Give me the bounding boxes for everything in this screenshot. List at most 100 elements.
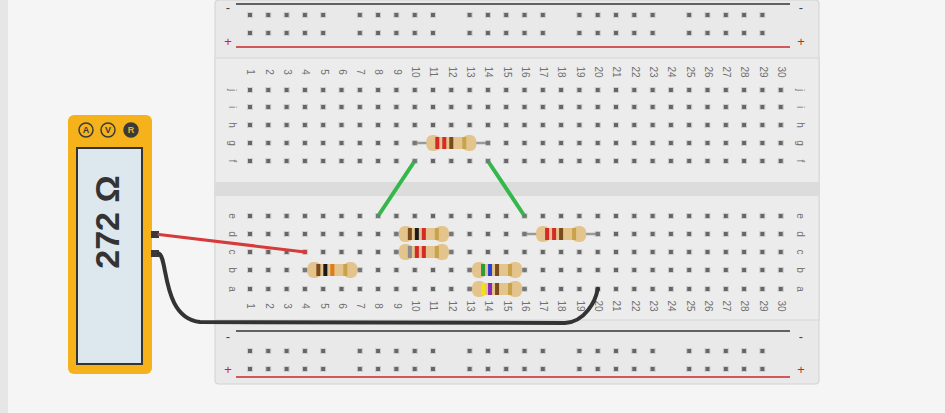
breadboard-hole[interactable] bbox=[723, 123, 728, 128]
jumper-wire[interactable] bbox=[486, 159, 527, 218]
breadboard-hole[interactable] bbox=[687, 250, 692, 255]
breadboard-hole[interactable] bbox=[357, 232, 362, 237]
breadboard-hole[interactable] bbox=[650, 287, 655, 292]
rail-hole[interactable] bbox=[321, 367, 326, 372]
rail-hole[interactable] bbox=[687, 31, 692, 36]
rail-hole[interactable] bbox=[431, 13, 436, 18]
breadboard-hole[interactable] bbox=[650, 159, 655, 164]
resistor[interactable] bbox=[394, 244, 453, 260]
rail-hole[interactable] bbox=[614, 367, 619, 372]
breadboard-hole[interactable] bbox=[595, 105, 600, 110]
breadboard-hole[interactable] bbox=[723, 214, 728, 219]
breadboard-hole[interactable] bbox=[778, 88, 783, 93]
rail-hole[interactable] bbox=[595, 349, 600, 354]
mode-button[interactable]: R bbox=[124, 123, 138, 137]
breadboard-hole[interactable] bbox=[467, 214, 472, 219]
rail-hole[interactable] bbox=[632, 13, 637, 18]
breadboard-hole[interactable] bbox=[778, 123, 783, 128]
breadboard-hole[interactable] bbox=[540, 88, 545, 93]
breadboard-hole[interactable] bbox=[687, 287, 692, 292]
mode-button[interactable]: A bbox=[79, 123, 93, 137]
breadboard-hole[interactable] bbox=[742, 123, 747, 128]
breadboard-hole[interactable] bbox=[723, 232, 728, 237]
rail-hole[interactable] bbox=[284, 13, 289, 18]
breadboard-hole[interactable] bbox=[522, 88, 527, 93]
breadboard-hole[interactable] bbox=[376, 159, 381, 164]
breadboard-hole[interactable] bbox=[778, 141, 783, 146]
breadboard-hole[interactable] bbox=[705, 141, 710, 146]
breadboard-hole[interactable] bbox=[339, 105, 344, 110]
rail-hole[interactable] bbox=[705, 13, 710, 18]
breadboard-hole[interactable] bbox=[760, 250, 765, 255]
resistor[interactable] bbox=[413, 135, 491, 151]
rail-hole[interactable] bbox=[614, 349, 619, 354]
breadboard-hole[interactable] bbox=[394, 214, 399, 219]
rail-hole[interactable] bbox=[577, 13, 582, 18]
breadboard-hole[interactable] bbox=[431, 105, 436, 110]
breadboard-hole[interactable] bbox=[522, 268, 527, 273]
rail-hole[interactable] bbox=[522, 367, 527, 372]
breadboard-hole[interactable] bbox=[321, 250, 326, 255]
breadboard-hole[interactable] bbox=[266, 159, 271, 164]
breadboard-hole[interactable] bbox=[522, 250, 527, 255]
breadboard-hole[interactable] bbox=[376, 250, 381, 255]
breadboard-hole[interactable] bbox=[485, 141, 490, 146]
breadboard-hole[interactable] bbox=[632, 232, 637, 237]
breadboard-hole[interactable] bbox=[485, 88, 490, 93]
breadboard-hole[interactable] bbox=[394, 232, 399, 237]
breadboard-hole[interactable] bbox=[540, 250, 545, 255]
rail-hole[interactable] bbox=[248, 13, 253, 18]
breadboard-hole[interactable] bbox=[522, 159, 527, 164]
breadboard-hole[interactable] bbox=[778, 159, 783, 164]
breadboard-hole[interactable] bbox=[705, 88, 710, 93]
breadboard-hole[interactable] bbox=[705, 268, 710, 273]
breadboard-hole[interactable] bbox=[266, 88, 271, 93]
breadboard-hole[interactable] bbox=[467, 250, 472, 255]
breadboard-hole[interactable] bbox=[467, 105, 472, 110]
rail-hole[interactable] bbox=[485, 13, 490, 18]
breadboard-hole[interactable] bbox=[302, 250, 307, 255]
breadboard-hole[interactable] bbox=[687, 214, 692, 219]
breadboard-hole[interactable] bbox=[248, 141, 253, 146]
breadboard-hole[interactable] bbox=[431, 287, 436, 292]
breadboard-hole[interactable] bbox=[485, 232, 490, 237]
breadboard-hole[interactable] bbox=[595, 123, 600, 128]
breadboard-hole[interactable] bbox=[357, 159, 362, 164]
breadboard-hole[interactable] bbox=[650, 88, 655, 93]
breadboard-hole[interactable] bbox=[687, 232, 692, 237]
breadboard-hole[interactable] bbox=[632, 287, 637, 292]
rail-hole[interactable] bbox=[577, 367, 582, 372]
breadboard-hole[interactable] bbox=[723, 268, 728, 273]
breadboard-hole[interactable] bbox=[687, 141, 692, 146]
rail-hole[interactable] bbox=[760, 13, 765, 18]
breadboard-hole[interactable] bbox=[376, 232, 381, 237]
rail-hole[interactable] bbox=[248, 367, 253, 372]
breadboard-hole[interactable] bbox=[687, 105, 692, 110]
breadboard-hole[interactable] bbox=[650, 214, 655, 219]
breadboard-hole[interactable] bbox=[650, 232, 655, 237]
breadboard-hole[interactable] bbox=[394, 250, 399, 255]
breadboard-hole[interactable] bbox=[302, 105, 307, 110]
breadboard-hole[interactable] bbox=[412, 88, 417, 93]
breadboard-hole[interactable] bbox=[467, 159, 472, 164]
rail-hole[interactable] bbox=[504, 13, 509, 18]
breadboard-hole[interactable] bbox=[723, 88, 728, 93]
breadboard-hole[interactable] bbox=[632, 250, 637, 255]
breadboard-hole[interactable] bbox=[742, 141, 747, 146]
rail-hole[interactable] bbox=[632, 349, 637, 354]
breadboard-hole[interactable] bbox=[485, 105, 490, 110]
breadboard-hole[interactable] bbox=[614, 287, 619, 292]
breadboard-hole[interactable] bbox=[321, 214, 326, 219]
breadboard-hole[interactable] bbox=[467, 88, 472, 93]
rail-hole[interactable] bbox=[284, 31, 289, 36]
breadboard-hole[interactable] bbox=[339, 287, 344, 292]
breadboard-hole[interactable] bbox=[540, 159, 545, 164]
rail-hole[interactable] bbox=[357, 13, 362, 18]
rail-hole[interactable] bbox=[760, 367, 765, 372]
breadboard-hole[interactable] bbox=[302, 159, 307, 164]
breadboard-hole[interactable] bbox=[614, 141, 619, 146]
breadboard-hole[interactable] bbox=[742, 214, 747, 219]
rail-hole[interactable] bbox=[632, 31, 637, 36]
rail-hole[interactable] bbox=[467, 13, 472, 18]
breadboard-hole[interactable] bbox=[668, 159, 673, 164]
